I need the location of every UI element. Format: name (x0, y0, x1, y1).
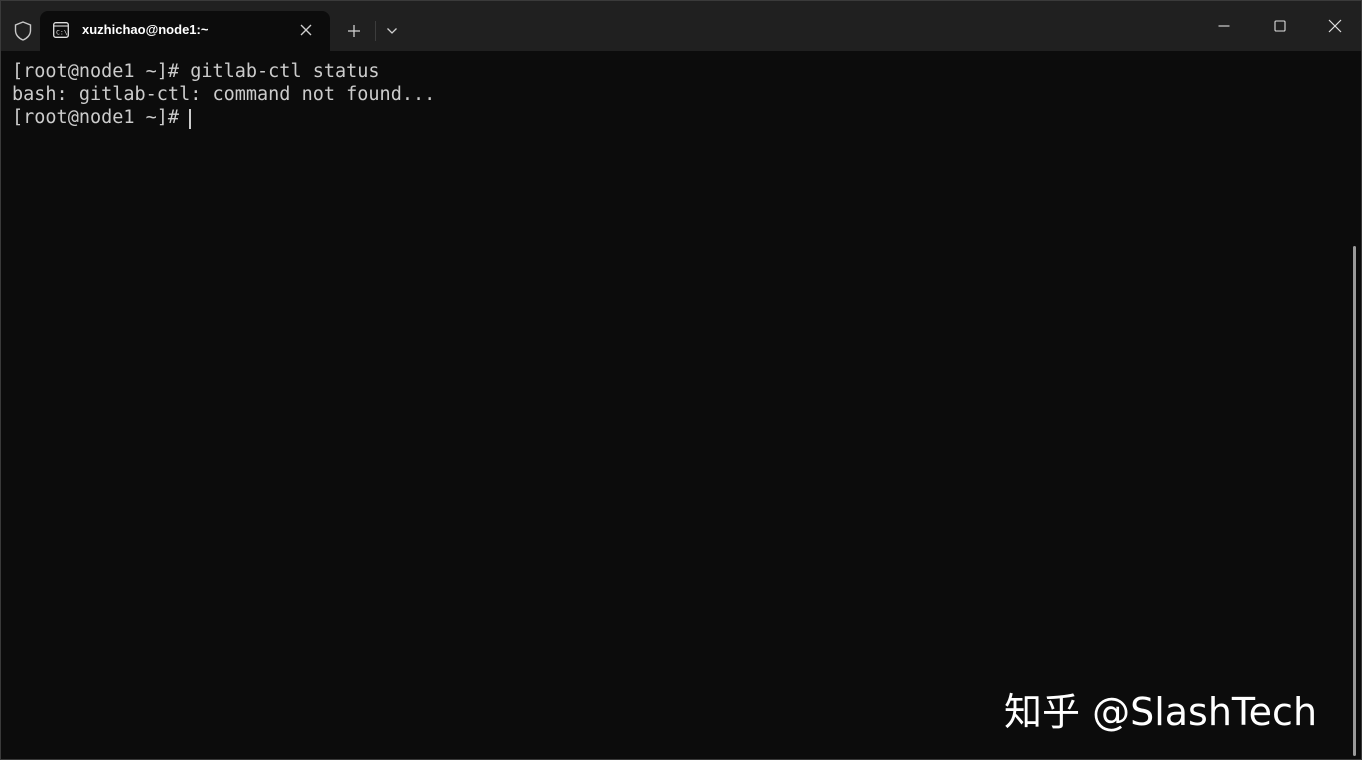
close-window-button[interactable] (1307, 1, 1362, 51)
watermark: 知乎 @SlashTech (1004, 690, 1318, 734)
maximize-icon (1274, 20, 1286, 32)
title-bar: C:\ xuzhichao@node1:~ (1, 1, 1361, 51)
terminal-line: [root@node1 ~]# gitlab-ctl status (12, 61, 380, 82)
plus-icon (348, 25, 360, 37)
terminal-icon: C:\ (53, 22, 69, 38)
chevron-down-icon (387, 28, 397, 34)
tab-dropdown-button[interactable] (379, 17, 405, 45)
close-icon (1328, 19, 1342, 33)
terminal-line: bash: gitlab-ctl: command not found... (12, 84, 436, 105)
close-tab-icon[interactable] (295, 19, 317, 41)
tab-separator (375, 21, 376, 41)
terminal-prompt-line: [root@node1 ~]# (12, 107, 191, 128)
terminal-output[interactable]: [root@node1 ~]# gitlab-ctl status bash: … (1, 51, 1361, 759)
text-cursor (189, 109, 191, 129)
new-tab-button[interactable] (339, 17, 369, 45)
tab-title: xuzhichao@node1:~ (82, 22, 209, 37)
maximize-button[interactable] (1252, 1, 1308, 51)
scrollbar[interactable] (1353, 246, 1356, 756)
minimize-button[interactable] (1196, 1, 1252, 51)
tab-terminal[interactable]: C:\ xuzhichao@node1:~ (40, 11, 330, 51)
terminal-window: C:\ xuzhichao@node1:~ [root@node1 ~]# gi… (0, 0, 1362, 760)
shield-icon (12, 20, 34, 42)
svg-text:C:\: C:\ (56, 29, 68, 37)
minimize-icon (1218, 25, 1230, 27)
